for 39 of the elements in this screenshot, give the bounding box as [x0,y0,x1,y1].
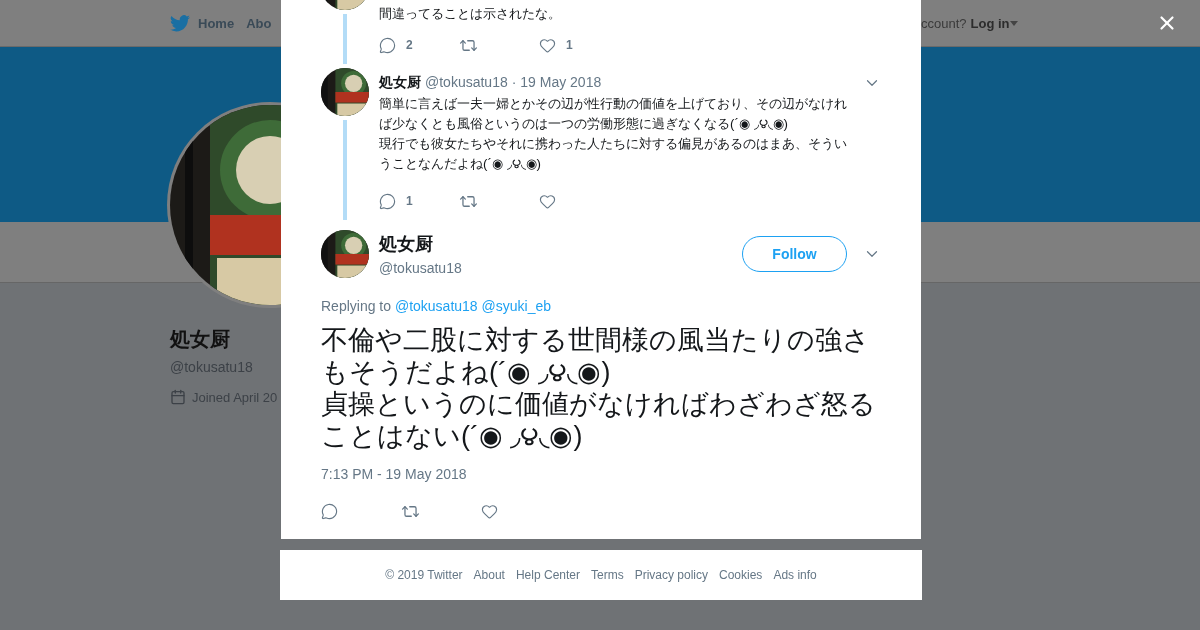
footer-link[interactable]: Privacy policy [634,568,708,582]
footer-link[interactable]: © 2019 Twitter [385,568,463,582]
mention-link[interactable]: @tokusatu18 [394,298,478,314]
reply-icon [379,36,396,54]
tweet-text: 簡単に言えば一夫一婦とかその辺が性行動の価値を上げており、その辺がなければ少なくとも風俗というのは一つの労働形態に過ぎなくなる(´◉ ◞౪◟◉) [379,95,848,133]
user-handle[interactable]: @tokusatu18 [379,260,462,276]
footer-link[interactable]: Ads info [773,568,817,582]
calendar-icon [170,389,186,405]
like-button[interactable]: 1 [539,36,619,54]
reply-icon [321,502,338,520]
login-link[interactable]: Log in [970,15,1018,31]
user-handle[interactable]: @tokusatu18 [425,74,508,90]
login-prompt: ccount? [921,15,967,31]
user-avatar[interactable] [321,68,369,116]
replying-to-text: Replying to @tokusatu18 @syuki_eb [321,298,552,314]
reply-icon [379,192,396,210]
profile-name: 処女厨 [170,327,231,352]
tweet-text: 貞操というのに価値がなければわざわざ怒ることはない(´◉ ◞౪◟◉) [321,388,877,452]
reply-button[interactable]: 1 [379,192,459,210]
heart-icon [539,36,556,54]
user-name[interactable]: 処女厨 [379,232,462,256]
footer-link[interactable]: Terms [591,568,624,582]
tweet-text: 不倫や二股に対する世間様の風当たりの強さもそうだよね(´◉ ◞౪◟◉) [321,324,871,388]
tweet-date[interactable]: · 19 May 2018 [511,74,602,90]
heart-icon [481,502,498,520]
user-avatar[interactable] [321,230,369,278]
footer-link[interactable]: Help Center [515,568,580,582]
bird-icon [170,14,190,32]
follow-button[interactable]: Follow [742,236,847,272]
footer-link[interactable]: About [473,568,505,582]
caret-icon [1009,20,1018,26]
tweet-timestamp: 7:13 PM - 19 May 2018 [321,466,468,482]
user-name[interactable]: 処女厨 [379,74,421,92]
tweet-text: 現行でも彼女たちやそれに携わった人たちに対する偏見があるのはまあ、そういうことなんだよね(´◉ ◞౪◟◉) [379,135,848,173]
mention-link[interactable]: @syuki_eb [481,298,551,314]
footer-link[interactable]: Cookies [719,568,763,582]
tweet-text: 間違ってることは示されたな。 [379,5,562,23]
heart-icon [539,192,556,210]
reply-button[interactable]: 2 [379,36,459,54]
